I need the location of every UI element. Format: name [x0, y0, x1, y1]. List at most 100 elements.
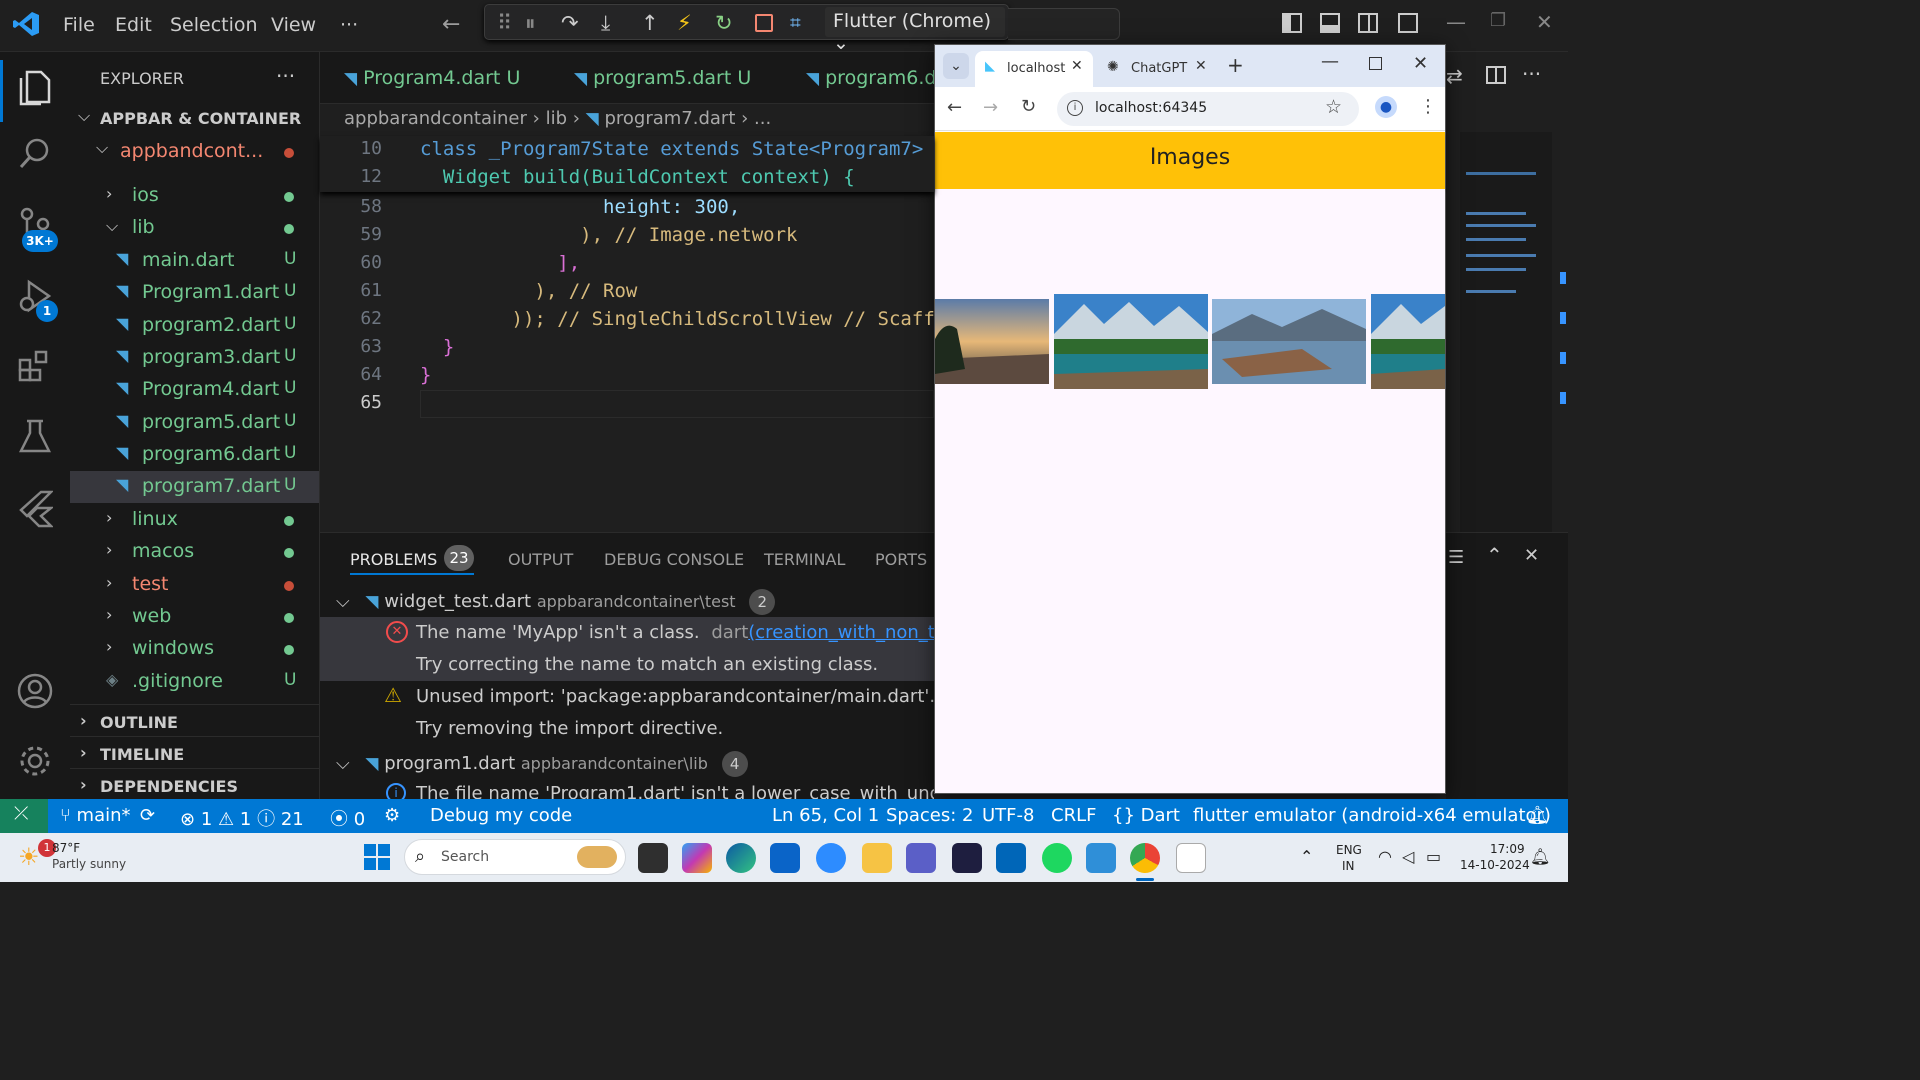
- code-line[interactable]: }: [420, 364, 934, 386]
- maximize-icon[interactable]: [1369, 57, 1382, 70]
- problem-message[interactable]: The file name 'Program1.dart' isn't a lo…: [416, 783, 934, 800]
- input-language[interactable]: ENG: [1336, 843, 1362, 857]
- toggle-primary-sidebar-icon[interactable]: [1282, 13, 1302, 33]
- taskbar-search-box[interactable]: ⌕ Search: [404, 839, 626, 875]
- code-line[interactable]: }: [420, 336, 934, 358]
- step-into-icon[interactable]: ⤓: [601, 10, 610, 36]
- vscode-taskbar-icon[interactable]: [996, 843, 1026, 873]
- timeline-section[interactable]: › TIMELINE: [70, 736, 320, 768]
- tree-item[interactable]: ◥ program3.dart U: [70, 342, 319, 374]
- back-arrow-icon[interactable]: ←: [442, 12, 460, 37]
- chrome-icon[interactable]: [1130, 843, 1160, 873]
- maximize-panel-icon[interactable]: ⌃: [1486, 543, 1503, 567]
- zoom-icon[interactable]: [816, 843, 846, 873]
- workspace-header[interactable]: ⌵ APPBAR & CONTAINER: [70, 104, 320, 134]
- copilot-icon[interactable]: [682, 843, 712, 873]
- browser-tab-localhost[interactable]: ◣ localhost ✕: [975, 51, 1093, 87]
- device-selector[interactable]: flutter emulator (android-x64 emulator): [1193, 805, 1551, 826]
- tree-item[interactable]: › macos: [70, 536, 319, 568]
- reload-icon[interactable]: ↻: [1021, 96, 1036, 117]
- clock-date[interactable]: 14-10-2024: [1460, 858, 1530, 872]
- ports-forwarded[interactable]: ⦿ 0: [330, 805, 365, 831]
- tab-output[interactable]: OUTPUT: [508, 550, 573, 569]
- back-arrow-icon[interactable]: ←: [947, 97, 962, 118]
- outlook-icon[interactable]: [770, 843, 800, 873]
- filter-list-icon[interactable]: ☰: [1448, 547, 1464, 568]
- tree-item[interactable]: › linux: [70, 504, 319, 536]
- teams-icon[interactable]: [906, 843, 936, 873]
- cursor-position[interactable]: Ln 65, Col 1: [772, 805, 879, 826]
- webstorm-icon[interactable]: [952, 843, 982, 873]
- tree-item[interactable]: › windows: [70, 633, 319, 665]
- sync-icon[interactable]: ⟳: [140, 805, 155, 826]
- git-branch[interactable]: ⑂ main*: [60, 805, 131, 826]
- tree-item[interactable]: ◥ program2.dart U: [70, 310, 319, 342]
- task-view-icon[interactable]: [638, 843, 668, 873]
- code-line[interactable]: ],: [420, 252, 934, 274]
- root-folder[interactable]: ⌵ appbandcont...: [70, 138, 320, 168]
- weather-widget[interactable]: ☀ 1 87°F Partly sunny: [14, 839, 154, 877]
- breadcrumb-item[interactable]: appbarandcontainer: [344, 108, 527, 129]
- problems-summary[interactable]: ⊗ 1 ⚠ 1 ⓘ 21: [180, 805, 304, 831]
- debug-icon[interactable]: ⚙: [384, 805, 400, 826]
- tree-item[interactable]: ◥ main.dart U: [70, 245, 319, 277]
- debug-config-select[interactable]: Flutter (Chrome) ⌄: [825, 7, 1005, 54]
- new-tab-icon[interactable]: +: [1227, 53, 1244, 77]
- code-line[interactable]: height: 300,: [420, 196, 934, 218]
- tab-program4[interactable]: ◥ Program4.dart U: [344, 52, 520, 104]
- stop-icon[interactable]: [755, 14, 773, 32]
- indentation[interactable]: Spaces: 2: [886, 805, 973, 826]
- minimize-icon[interactable]: —: [1321, 51, 1339, 72]
- tab-terminal[interactable]: TERMINAL: [764, 550, 845, 569]
- browser-menu-icon[interactable]: ⋮: [1419, 96, 1437, 117]
- tree-item[interactable]: ◥ Program4.dart U: [70, 374, 319, 406]
- notifications-bell-icon[interactable]: 🔔︎: [1526, 805, 1549, 826]
- tree-item[interactable]: ◥ program6.dart U: [70, 439, 319, 471]
- close-window-icon[interactable]: ✕: [1536, 10, 1553, 34]
- tree-item[interactable]: ◥ program7.dart U: [70, 471, 319, 503]
- notification-center-icon[interactable]: 🔔︎: [1530, 847, 1550, 866]
- file-explorer-icon[interactable]: [862, 843, 892, 873]
- tab-problems[interactable]: PROBLEMS: [350, 550, 437, 569]
- tree-item[interactable]: ⌵ lib: [70, 212, 319, 244]
- code-line[interactable]: )); // SingleChildScrollView // Scaff: [420, 308, 935, 330]
- open-changes-icon[interactable]: ⇄: [1446, 64, 1463, 88]
- minimize-icon[interactable]: —: [1446, 10, 1466, 34]
- toggle-secondary-sidebar-icon[interactable]: [1358, 13, 1378, 33]
- menu-file[interactable]: File: [63, 14, 95, 36]
- tab-ports[interactable]: PORTS: [875, 550, 927, 569]
- more-actions-icon[interactable]: ···: [1522, 62, 1541, 86]
- language-mode[interactable]: {} Dart: [1112, 805, 1180, 826]
- tab-debug-console[interactable]: DEBUG CONSOLE: [604, 550, 744, 569]
- tree-item[interactable]: ◥ Program1.dart U: [70, 277, 319, 309]
- address-bar[interactable]: i localhost:64345 ☆: [1057, 92, 1359, 126]
- code-line[interactable]: ), // Image.network: [420, 224, 934, 246]
- inspect-widget-icon[interactable]: ⌗: [790, 10, 801, 36]
- code-line[interactable]: ), // Row: [420, 280, 934, 302]
- profile-avatar-icon[interactable]: ●: [1375, 96, 1397, 118]
- clock-time[interactable]: 17:09: [1490, 842, 1525, 856]
- wifi-icon[interactable]: ◠: [1378, 847, 1392, 866]
- settings-gear-icon[interactable]: [14, 742, 56, 784]
- battery-icon[interactable]: ▭: [1426, 847, 1441, 866]
- customize-layout-icon[interactable]: [1398, 13, 1418, 33]
- breadcrumb-item[interactable]: lib: [546, 108, 567, 129]
- tree-item[interactable]: › ios: [70, 180, 319, 212]
- restart-icon[interactable]: ↻: [715, 10, 733, 36]
- volume-icon[interactable]: ◁: [1402, 847, 1414, 866]
- close-window-icon[interactable]: ✕: [1413, 53, 1428, 74]
- split-editor-icon[interactable]: [1486, 66, 1506, 84]
- breadcrumb-item[interactable]: program7.dart: [604, 108, 735, 129]
- search-icon[interactable]: [14, 136, 56, 178]
- forward-arrow-icon[interactable]: →: [983, 97, 998, 118]
- close-tab-icon[interactable]: ✕: [1195, 58, 1207, 74]
- minimap[interactable]: [1460, 132, 1552, 532]
- remote-indicator[interactable]: ⤫: [0, 799, 48, 833]
- restore-icon[interactable]: ❐: [1490, 10, 1506, 31]
- drag-handle-icon[interactable]: ⠿: [497, 10, 512, 36]
- encoding[interactable]: UTF-8: [982, 805, 1034, 826]
- close-tab-icon[interactable]: ✕: [1071, 58, 1083, 74]
- explorer-icon[interactable]: [14, 68, 56, 110]
- testing-flask-icon[interactable]: [14, 418, 56, 460]
- menu-more[interactable]: ···: [340, 14, 358, 36]
